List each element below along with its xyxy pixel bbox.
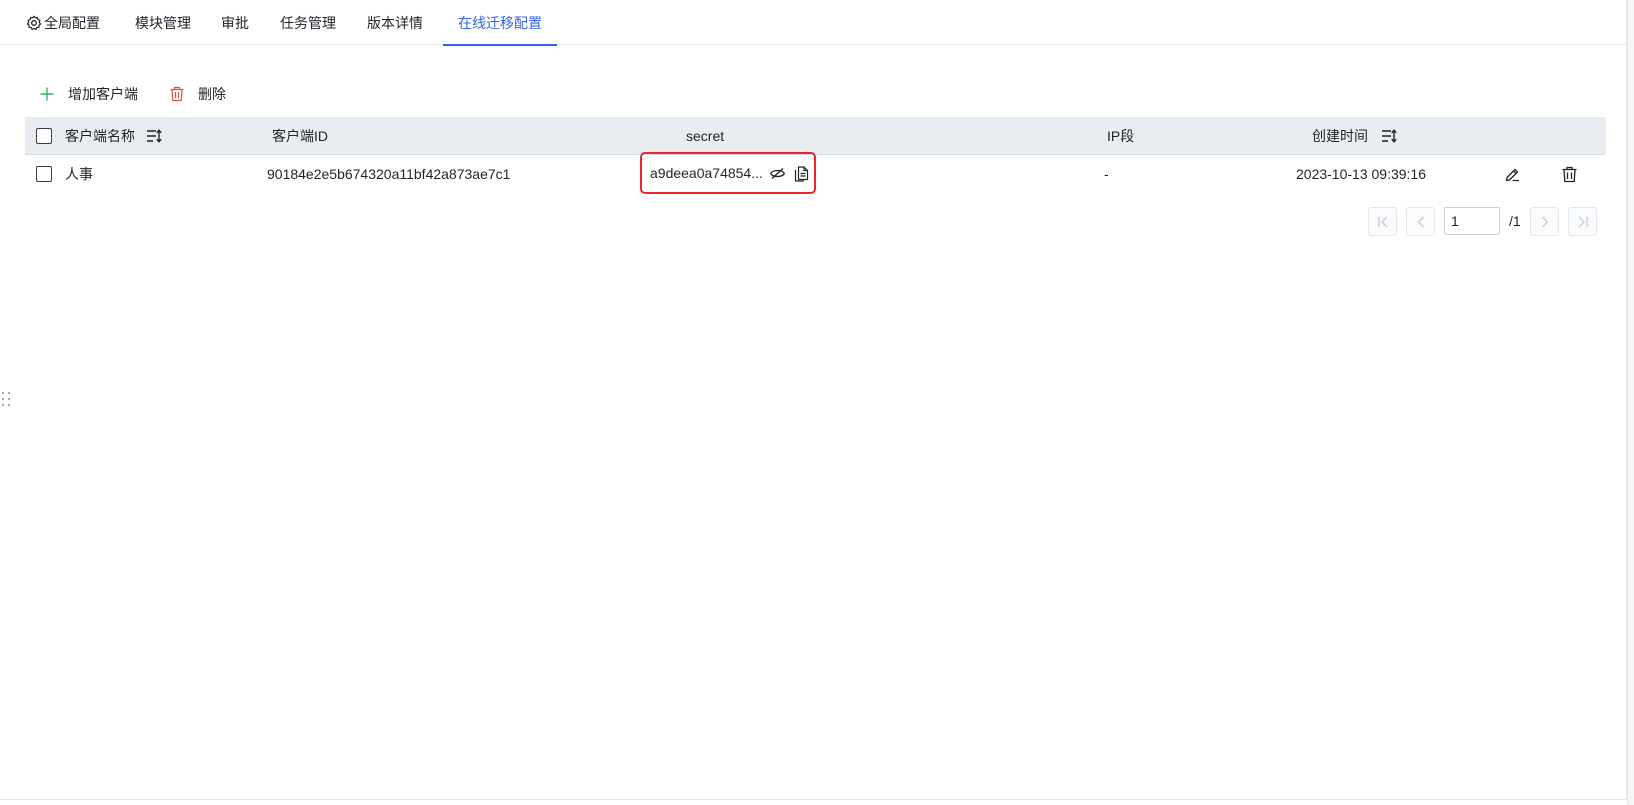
tab-label: 审批	[221, 14, 249, 31]
column-header-name: 客户端名称	[65, 127, 135, 144]
edit-icon[interactable]	[1504, 155, 1521, 193]
tab-approval[interactable]: 审批	[221, 0, 249, 45]
chevron-left-icon	[1417, 216, 1424, 227]
cell-ip: -	[1104, 166, 1109, 182]
page-total: /1	[1509, 213, 1521, 229]
column-header-client-id: 客户端ID	[272, 127, 328, 144]
tab-label: 在线迁移配置	[458, 14, 542, 31]
delete-label: 删除	[198, 86, 226, 102]
tab-label: 任务管理	[280, 14, 336, 31]
tab-module-management[interactable]: 模块管理	[135, 0, 191, 45]
next-page-button[interactable]	[1530, 207, 1559, 236]
first-page-icon	[1377, 216, 1387, 227]
cell-name: 人事	[65, 166, 93, 182]
drag-handle-icon[interactable]	[1, 391, 11, 410]
chevron-right-icon	[1541, 216, 1548, 227]
secret-value: a9deea0a74854...	[650, 165, 763, 181]
column-header-secret: secret	[686, 127, 725, 144]
tab-online-migration-config[interactable]: 在线迁移配置	[443, 0, 557, 46]
tab-global-config[interactable]: 全局配置	[26, 0, 100, 45]
delete-row-icon[interactable]	[1561, 155, 1578, 193]
cell-created: 2023-10-13 09:39:16	[1296, 166, 1426, 182]
column-header-ip: IP段	[1107, 127, 1135, 144]
scrollbar[interactable]	[1627, 0, 1634, 805]
prev-page-button[interactable]	[1406, 207, 1435, 236]
sort-created-icon[interactable]	[1381, 117, 1397, 154]
add-client-button[interactable]: 增加客户端	[39, 80, 138, 108]
tab-bar: 全局配置 模块管理 审批 任务管理 版本详情 在线迁移配置	[0, 0, 1627, 46]
eye-off-icon[interactable]	[769, 165, 786, 182]
select-all-checkbox[interactable]	[36, 127, 52, 144]
copy-icon[interactable]	[793, 165, 810, 182]
last-page-icon	[1578, 216, 1588, 227]
gear-icon	[26, 15, 42, 30]
tab-label: 版本详情	[367, 14, 423, 31]
tab-version-details[interactable]: 版本详情	[367, 0, 423, 45]
tab-label: 全局配置	[44, 14, 100, 31]
trash-icon	[170, 86, 184, 102]
last-page-button[interactable]	[1568, 207, 1597, 236]
cell-client-id: 90184e2e5b674320a11bf42a873ae7c1	[267, 166, 511, 182]
add-client-label: 增加客户端	[68, 86, 138, 102]
tab-task-management[interactable]: 任务管理	[280, 0, 336, 45]
column-header-created: 创建时间	[1312, 127, 1368, 144]
row-checkbox[interactable]	[36, 166, 52, 182]
table-header: 客户端名称 客户端ID secret IP段 创建时间	[25, 117, 1606, 154]
secret-cell: a9deea0a74854...	[640, 152, 816, 194]
delete-button[interactable]: 删除	[169, 80, 226, 108]
page-number-input[interactable]	[1444, 207, 1500, 235]
plus-icon	[40, 87, 54, 101]
tab-label: 模块管理	[135, 14, 191, 31]
first-page-button[interactable]	[1368, 207, 1397, 236]
sort-name-icon[interactable]	[146, 117, 162, 154]
page-frame: 全局配置 模块管理 审批 任务管理 版本详情 在线迁移配置 增加客户端 删除 客…	[0, 0, 1627, 800]
